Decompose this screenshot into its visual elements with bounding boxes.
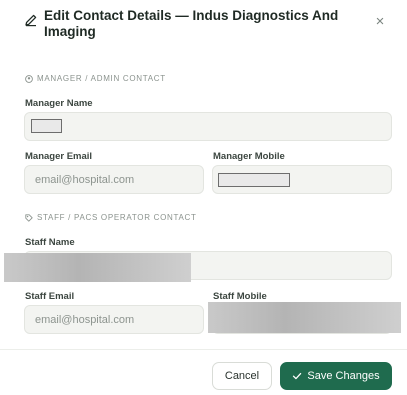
redacted-staff-name — [4, 253, 191, 282]
redacted-staff-mobile — [208, 302, 401, 333]
edit-contact-dialog: Edit Contact Details — Indus Diagnostics… — [0, 0, 407, 395]
manager-name-input[interactable] — [24, 112, 392, 141]
manager-section-heading: MANAGER / ADMIN CONTACT — [25, 74, 166, 83]
dialog-header: Edit Contact Details — Indus Diagnostics… — [24, 8, 394, 48]
manager-mobile-label: Manager Mobile — [213, 151, 285, 162]
manager-email-input[interactable] — [24, 165, 204, 194]
close-icon[interactable]: × — [372, 14, 388, 30]
staff-email-label: Staff Email — [25, 291, 75, 302]
manager-section-label: MANAGER / ADMIN CONTACT — [37, 74, 166, 83]
edit-icon — [25, 14, 37, 27]
save-button-label: Save Changes — [307, 370, 380, 382]
manager-email-label: Manager Email — [25, 151, 93, 162]
staff-section-heading: STAFF / PACS OPERATOR CONTACT — [25, 213, 197, 222]
user-circle-icon — [25, 74, 33, 83]
check-icon — [293, 372, 302, 380]
cancel-button-label: Cancel — [224, 370, 260, 382]
footer-divider — [0, 349, 407, 350]
save-changes-button[interactable]: Save Changes — [280, 362, 392, 390]
cancel-button[interactable]: Cancel — [212, 362, 272, 390]
redacted-manager-name — [31, 119, 62, 133]
redacted-manager-mobile — [218, 173, 290, 187]
staff-email-input[interactable] — [24, 305, 204, 334]
staff-mobile-label: Staff Mobile — [213, 291, 267, 302]
manager-name-label: Manager Name — [25, 98, 93, 109]
tag-icon — [25, 213, 33, 222]
staff-section-label: STAFF / PACS OPERATOR CONTACT — [37, 213, 197, 222]
dialog-title: Edit Contact Details — Indus Diagnostics… — [44, 8, 339, 39]
staff-name-label: Staff Name — [25, 237, 75, 248]
